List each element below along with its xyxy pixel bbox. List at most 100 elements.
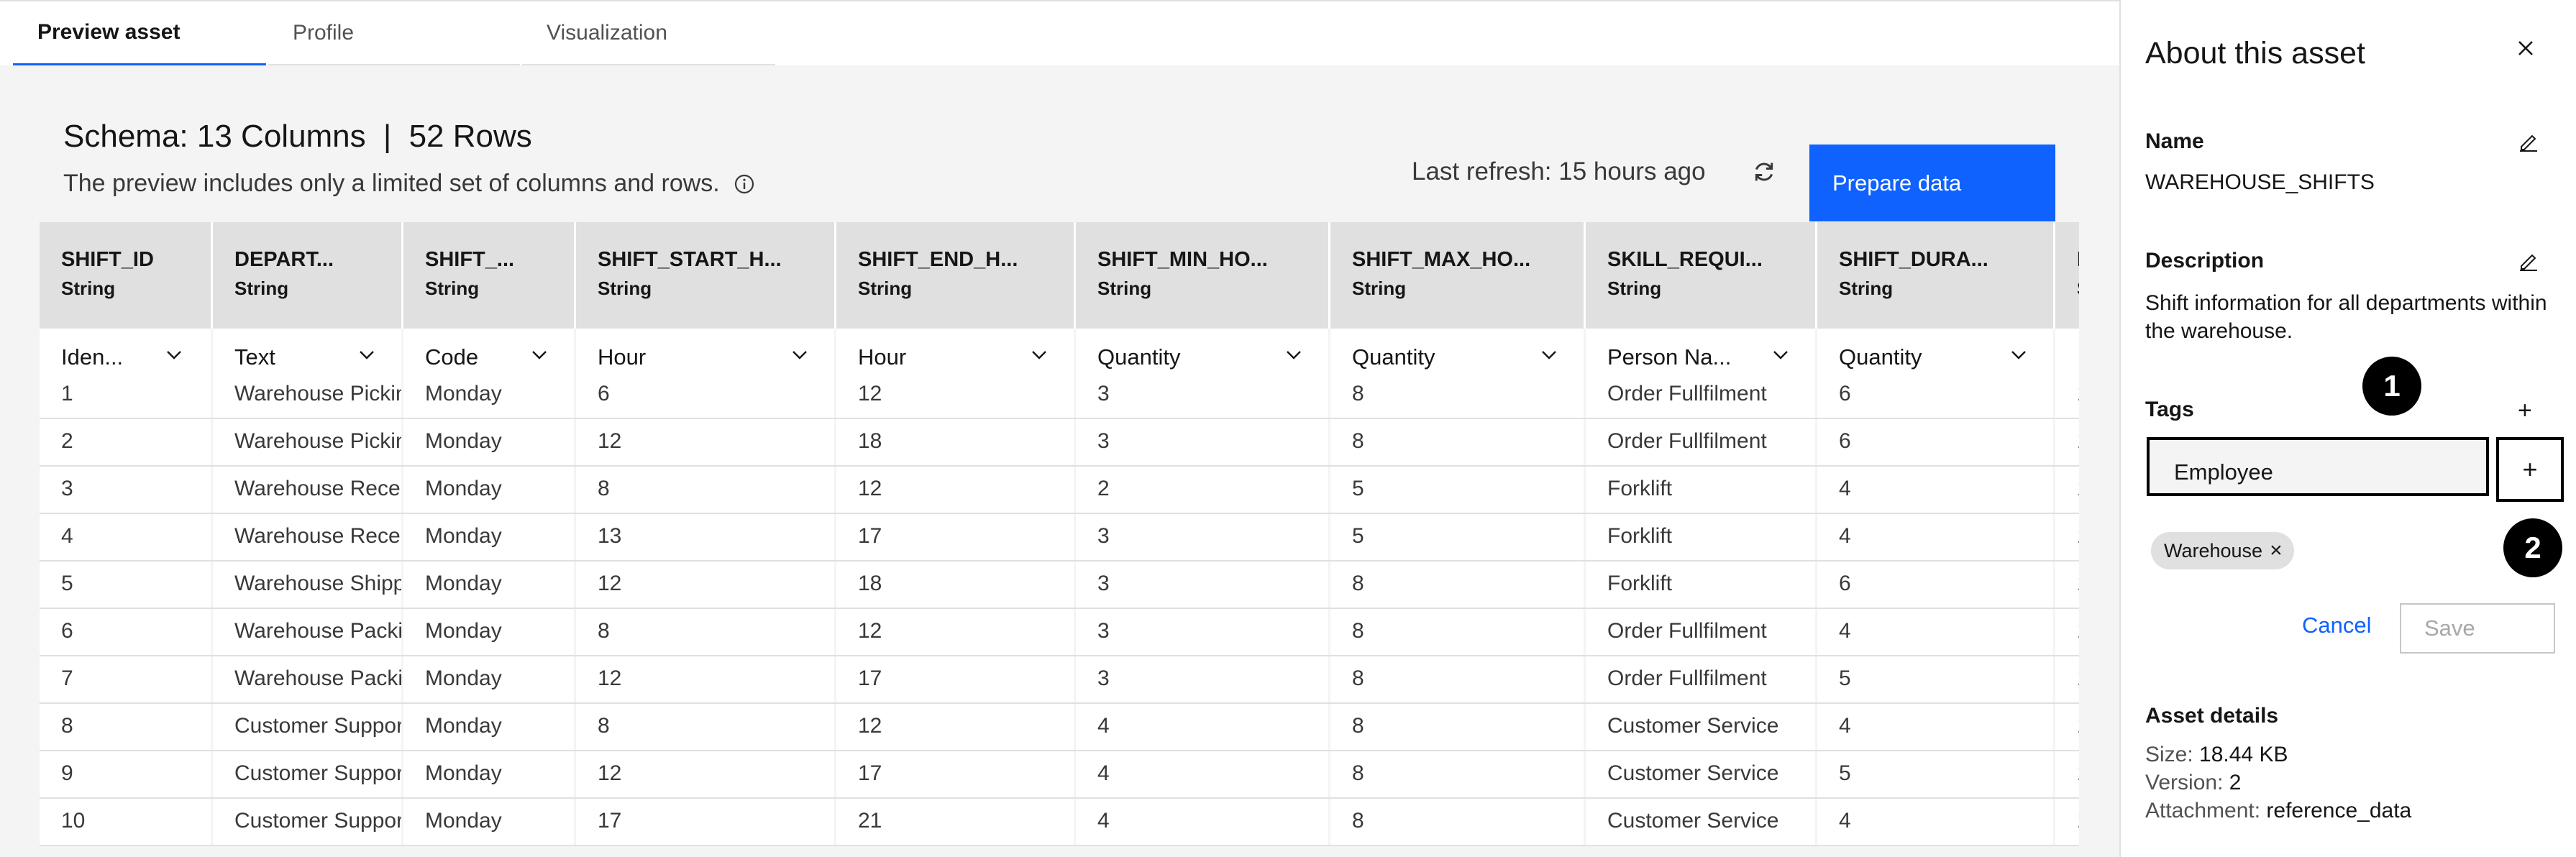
table-cell: 4 [1074, 704, 1328, 750]
remove-tag-icon[interactable]: × [2270, 539, 2283, 563]
asset-details-label: Asset details [2145, 704, 2279, 728]
refresh-icon[interactable] [1751, 159, 1777, 185]
info-icon[interactable] [734, 174, 754, 194]
table-cell: 12 [834, 372, 1074, 418]
table-cell: 6 [574, 372, 834, 418]
business-term-dropdown-7[interactable]: Quantity [1328, 329, 1584, 372]
table-cell: 12 [574, 751, 834, 797]
table-cell: 9 [61, 761, 73, 785]
edit-name-icon[interactable] [2518, 131, 2539, 152]
table-cell: 4 [1074, 799, 1328, 845]
table-cell: 2 [61, 429, 73, 453]
table-cell: 3 [1074, 656, 1328, 702]
table-cell: 8 [61, 714, 73, 738]
close-icon[interactable] [2516, 39, 2535, 58]
business-term-label: Person Na... [1607, 344, 1732, 370]
panel-title: About this asset [2145, 36, 2365, 70]
chevron-down-icon[interactable] [2011, 350, 2027, 360]
business-term-dropdown-4[interactable]: Hour [574, 329, 834, 372]
detail-version-value: 2 [2229, 771, 2242, 794]
table-cell: 1 [2053, 751, 2079, 797]
add-tag-button[interactable]: + [2496, 437, 2564, 502]
chevron-down-icon[interactable] [1031, 350, 1047, 360]
table-cell: 5 [1328, 467, 1584, 513]
table-cell: 5 [1815, 656, 2053, 702]
preview-area: Schema: 13 Columns | 52 Rows The preview… [0, 65, 2119, 857]
table-cell: Forklift [1584, 514, 1815, 560]
tab-profile[interactable]: Profile [268, 1, 520, 67]
column-name: SHIFT_MAX_HO... [1352, 248, 1531, 271]
table-cell: 4 [1074, 751, 1328, 797]
table-cell: 8 [1328, 372, 1584, 418]
business-term-dropdown-3[interactable]: Code [401, 329, 574, 372]
detail-size: Size: 18.44 KB [2145, 743, 2288, 767]
business-term-label: Quantity [1839, 344, 1922, 370]
table-cell: 8 [574, 609, 834, 655]
column-header-1[interactable]: SHIFT_ID String [40, 222, 211, 329]
chevron-down-icon[interactable] [531, 350, 547, 360]
detail-attachment-label: Attachment: [2145, 799, 2261, 822]
chevron-down-icon[interactable] [792, 350, 808, 360]
table-cell: 1 [2053, 372, 2079, 418]
business-term-dropdown-5[interactable]: Hour [834, 329, 1074, 372]
table-cell: 5 [1815, 751, 2053, 797]
table-cell: 7 [61, 666, 73, 690]
column-header-5[interactable]: SHIFT_END_H... String [834, 222, 1074, 329]
column-header-6[interactable]: SHIFT_MIN_HO... String [1074, 222, 1328, 329]
table-cell: 8 [1328, 656, 1584, 702]
table-cell: 13 [574, 514, 834, 560]
table-cell: 8 [1328, 799, 1584, 845]
table-cell: Order Fullfilment [1584, 372, 1815, 418]
tab-preview-asset[interactable]: Preview asset [13, 1, 266, 67]
cancel-button[interactable]: Cancel [2302, 613, 2372, 638]
prepare-data-button[interactable]: Prepare data [1809, 145, 2055, 221]
table-cell: 2 [1074, 467, 1328, 513]
column-type: String [598, 278, 652, 299]
column-name: SHIFT_START_H... [598, 248, 782, 271]
table-cell: 1 [2053, 704, 2079, 750]
business-term-label: Iden... [61, 344, 124, 370]
business-term-dropdown-10[interactable] [2053, 329, 2079, 372]
edit-description-icon[interactable] [2518, 250, 2539, 272]
table-cell: 8 [1328, 751, 1584, 797]
table-cell: 3 [1074, 419, 1328, 465]
table-row: 4 Warehouse ReceivingMonday131735Forklift… [40, 514, 2079, 562]
table-row: 9 Customer Support Monday 12 17 4 8 Customer Se… [40, 751, 2079, 799]
save-button[interactable]: Save [2400, 603, 2555, 654]
add-tag-icon[interactable]: + [2518, 398, 2532, 423]
business-term-label: Hour [598, 344, 647, 370]
column-header-3[interactable]: SHIFT_... String [401, 222, 574, 329]
table-cell: 18 [834, 562, 1074, 608]
column-header-2[interactable]: DEPART... String [211, 222, 401, 329]
chevron-down-icon[interactable] [1773, 350, 1789, 360]
chevron-down-icon[interactable] [359, 350, 375, 360]
preview-notice: The preview includes only a limited set … [63, 170, 754, 198]
chevron-down-icon[interactable] [166, 350, 182, 360]
chevron-down-icon[interactable] [1286, 350, 1302, 360]
column-name: SHIFT_DURA... [1839, 248, 1988, 271]
column-name: DEPART... [234, 248, 334, 271]
column-header-10[interactable]: IS [2053, 222, 2079, 329]
chevron-down-icon[interactable] [1541, 350, 1557, 360]
table-cell: 12 [834, 467, 1074, 513]
column-header-7[interactable]: SHIFT_MAX_HO... String [1328, 222, 1584, 329]
business-term-dropdown-6[interactable]: Quantity [1074, 329, 1328, 372]
column-name: SKILL_REQUI... [1607, 248, 1763, 271]
column-header-9[interactable]: SHIFT_DURA... String [1815, 222, 2053, 329]
business-term-label: Quantity [1097, 344, 1181, 370]
table-cell: Order Fullfilment [1584, 419, 1815, 465]
business-term-dropdown-9[interactable]: Quantity [1815, 329, 2053, 372]
business-term-dropdown-1[interactable]: Iden... [40, 329, 211, 372]
tag-input[interactable] [2147, 437, 2489, 496]
table-cell: 3 [1074, 514, 1328, 560]
schema-summary: Schema: 13 Columns | 52 Rows [63, 119, 532, 155]
table-cell: 3 [1074, 372, 1328, 418]
column-name: I [2077, 248, 2079, 272]
business-term-dropdown-2[interactable]: Text [211, 329, 401, 372]
business-term-dropdown-8[interactable]: Person Na... [1584, 329, 1815, 372]
tab-visualization[interactable]: Visualization [522, 1, 775, 67]
table-cell: 1 [61, 382, 73, 405]
column-header-8[interactable]: SKILL_REQUI... String [1584, 222, 1815, 329]
column-header-4[interactable]: SHIFT_START_H... String [574, 222, 834, 329]
column-name: SHIFT_MIN_HO... [1097, 248, 1268, 271]
